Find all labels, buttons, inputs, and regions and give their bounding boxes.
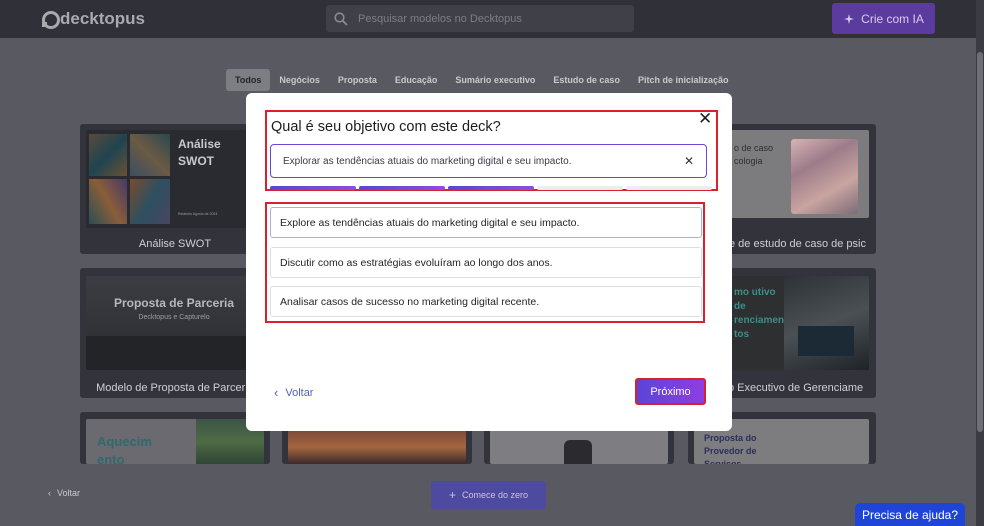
thumb-text: o de caso cologia — [734, 143, 774, 166]
step-progress — [270, 186, 712, 190]
template-card-aquecimento[interactable]: Aquecim ento — [80, 412, 270, 464]
objective-option[interactable]: Discutir como as estratégias evoluíram a… — [270, 247, 702, 278]
template-card-parceria[interactable]: Proposta de Parceria Decktopus e Capture… — [80, 268, 270, 398]
create-with-ai-label: Crie com IA — [861, 11, 924, 26]
thumb-title: Proposta do Provedor de Serviços — [704, 433, 757, 464]
dialog-title: Qual é seu objetivo com este deck? — [271, 119, 501, 135]
chevron-left-icon: ‹ — [48, 488, 51, 498]
dialog-back-link[interactable]: ‹ Voltar — [274, 385, 313, 400]
chevron-left-icon: ‹ — [274, 385, 279, 400]
sparkle-icon — [844, 13, 855, 24]
decktopus-logo[interactable]: decktopus — [42, 9, 145, 29]
tab-sumario-executivo[interactable]: Sumário executivo — [446, 69, 544, 91]
back-link[interactable]: ‹ Voltar — [48, 488, 80, 498]
thumb-title: Aquecim ento — [97, 434, 152, 464]
template-search[interactable] — [326, 5, 634, 32]
close-icon[interactable]: ✕ — [698, 110, 712, 127]
next-button[interactable]: Próximo — [635, 378, 706, 405]
template-card-swot[interactable]: Análise SWOT Relatório Agosto de 2024 An… — [80, 124, 270, 254]
top-bar: decktopus Crie com IA — [0, 0, 976, 38]
progress-segment — [359, 186, 445, 190]
plus-icon: + — [448, 488, 456, 502]
tab-estudo-de-caso[interactable]: Estudo de caso — [544, 69, 629, 91]
logo-text: decktopus — [60, 9, 146, 28]
help-button[interactable]: Precisa de ajuda? — [855, 503, 965, 526]
clear-input-icon[interactable]: ✕ — [684, 154, 694, 168]
progress-segment — [537, 186, 623, 190]
objective-dialog: Qual é seu objetivo com este deck? ✕ ✕ E… — [246, 93, 732, 431]
template-thumbnail: Aquecim ento — [86, 419, 264, 464]
start-label: Comece do zero — [461, 490, 529, 500]
thumb-title: Proposta de Parceria — [113, 296, 235, 310]
progress-segment — [270, 186, 356, 190]
back-label: Voltar — [57, 488, 81, 498]
tab-pitch-de-inicializacao[interactable]: Pitch de inicialização — [629, 69, 738, 91]
start-from-scratch-button[interactable]: + Comece do zero — [431, 481, 546, 509]
template-thumbnail — [490, 430, 668, 464]
category-tabs: Todos Negócios Proposta Educação Sumário… — [226, 69, 737, 91]
page-scrollbar[interactable] — [976, 0, 984, 526]
tab-todos[interactable]: Todos — [226, 69, 271, 91]
template-card-label: Análise SWOT — [138, 238, 212, 250]
dialog-back-label: Voltar — [285, 386, 314, 399]
search-input[interactable] — [358, 12, 618, 25]
objective-option[interactable]: Explore as tendências atuais do marketin… — [270, 207, 702, 238]
decktopus-logo-icon — [42, 11, 60, 29]
objective-input[interactable] — [283, 155, 676, 167]
create-with-ai-button[interactable]: Crie com IA — [832, 3, 935, 34]
tab-educacao[interactable]: Educação — [386, 69, 447, 91]
progress-segment — [448, 186, 534, 190]
progress-segment — [626, 186, 712, 190]
tab-proposta[interactable]: Proposta — [329, 69, 386, 91]
objective-option[interactable]: Analisar casos de sucesso no marketing d… — [270, 286, 702, 317]
thumb-subtitle: Decktopus e Capturelo — [138, 314, 210, 321]
thumb-subtitle: Relatório Agosto de 2024 — [178, 212, 218, 216]
template-thumbnail — [288, 430, 466, 464]
objective-input-field[interactable]: ✕ — [270, 144, 707, 178]
template-thumbnail: Análise SWOT Relatório Agosto de 2024 — [86, 130, 264, 228]
scrollbar-thumb[interactable] — [977, 52, 983, 432]
template-thumbnail: Proposta de Parceria Decktopus e Capture… — [86, 276, 264, 370]
search-icon — [334, 11, 348, 26]
thumb-text: mo utivo de renciamen tos — [734, 287, 785, 340]
tab-negocios[interactable]: Negócios — [270, 69, 329, 91]
template-card-label: Modelo de Proposta de Parceria — [96, 382, 254, 394]
